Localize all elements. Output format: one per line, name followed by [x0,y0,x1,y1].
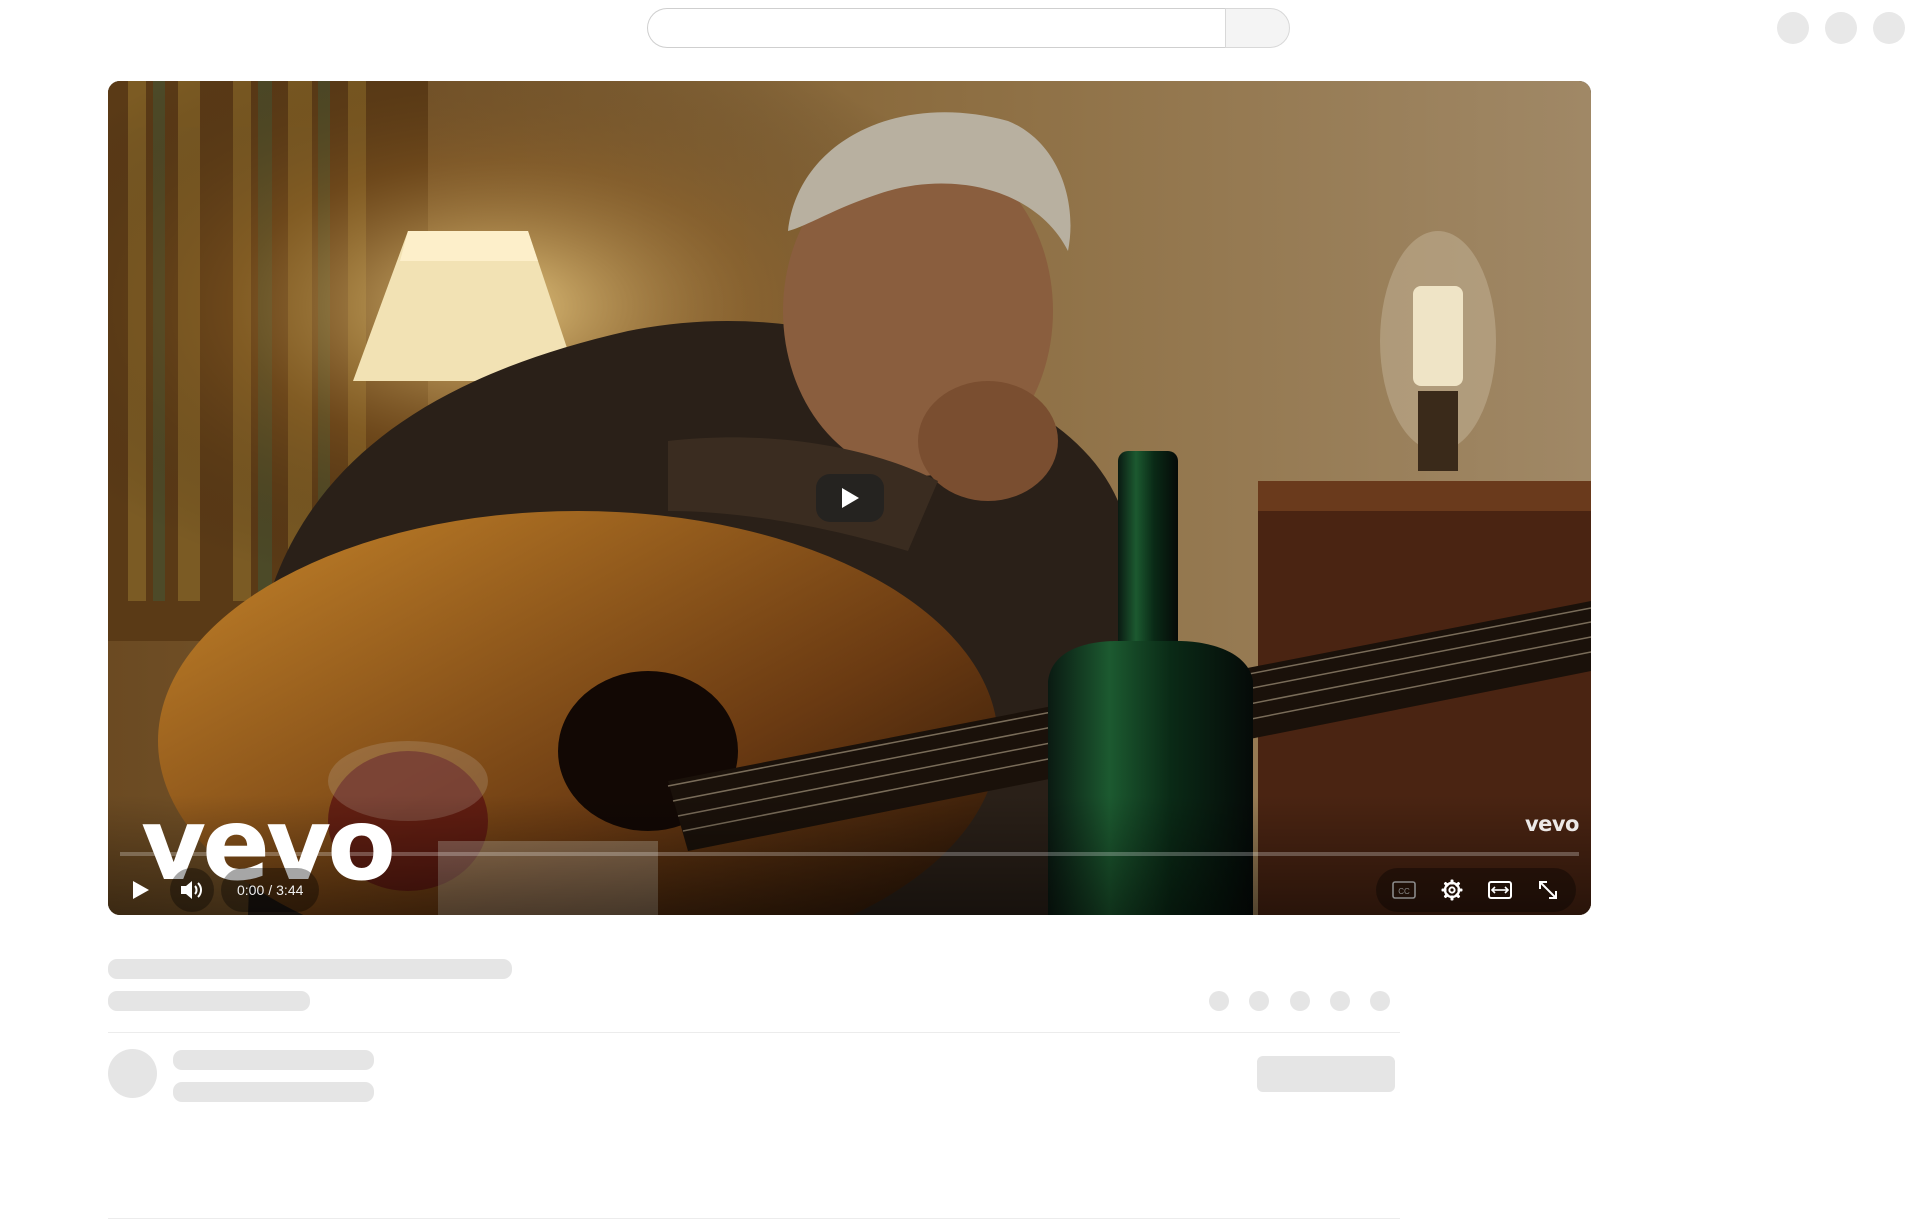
fullscreen-icon [1539,881,1557,899]
channel-name-placeholder [173,1050,374,1070]
subscribe-button-placeholder[interactable] [1257,1056,1395,1092]
time-display: 0:00 / 3:44 [221,868,320,912]
svg-text:CC: CC [1398,887,1410,896]
progress-bar[interactable] [120,852,1579,856]
duration: 3:44 [276,882,304,898]
action-placeholder-4[interactable] [1330,991,1350,1011]
large-play-button[interactable] [816,474,884,522]
play-icon [842,488,859,508]
fullscreen-button[interactable] [1526,868,1570,912]
avatar[interactable] [1873,12,1905,44]
divider [108,1032,1400,1033]
action-placeholder-2[interactable] [1249,991,1269,1011]
time-separator: / [268,882,273,898]
subtitle-placeholder [108,991,310,1011]
play-icon [133,881,149,899]
captions-button[interactable]: CC [1382,868,1426,912]
volume-icon [181,881,202,899]
masthead-icon-placeholder-2[interactable] [1825,12,1857,44]
volume-button[interactable] [170,868,214,912]
divider [108,1218,1400,1219]
search-input[interactable] [647,8,1225,48]
action-placeholder-3[interactable] [1290,991,1310,1011]
search-button[interactable] [1225,8,1290,48]
video-player[interactable]: vevo vevo 0:00 / 3:44 CC [108,81,1591,915]
channel-meta-placeholder [173,1082,374,1102]
theater-mode-button[interactable] [1478,868,1522,912]
closed-captions-icon: CC [1392,881,1416,899]
action-placeholder-1[interactable] [1209,991,1229,1011]
action-placeholder-5[interactable] [1370,991,1390,1011]
play-button[interactable] [118,868,162,912]
theater-mode-icon [1488,881,1512,899]
settings-button[interactable] [1430,868,1474,912]
masthead-icon-placeholder-1[interactable] [1777,12,1809,44]
title-placeholder [108,959,512,979]
gear-icon [1441,879,1463,901]
channel-avatar-placeholder[interactable] [108,1049,157,1098]
current-time: 0:00 [237,882,265,898]
vevo-corner-watermark: vevo [1524,812,1580,836]
